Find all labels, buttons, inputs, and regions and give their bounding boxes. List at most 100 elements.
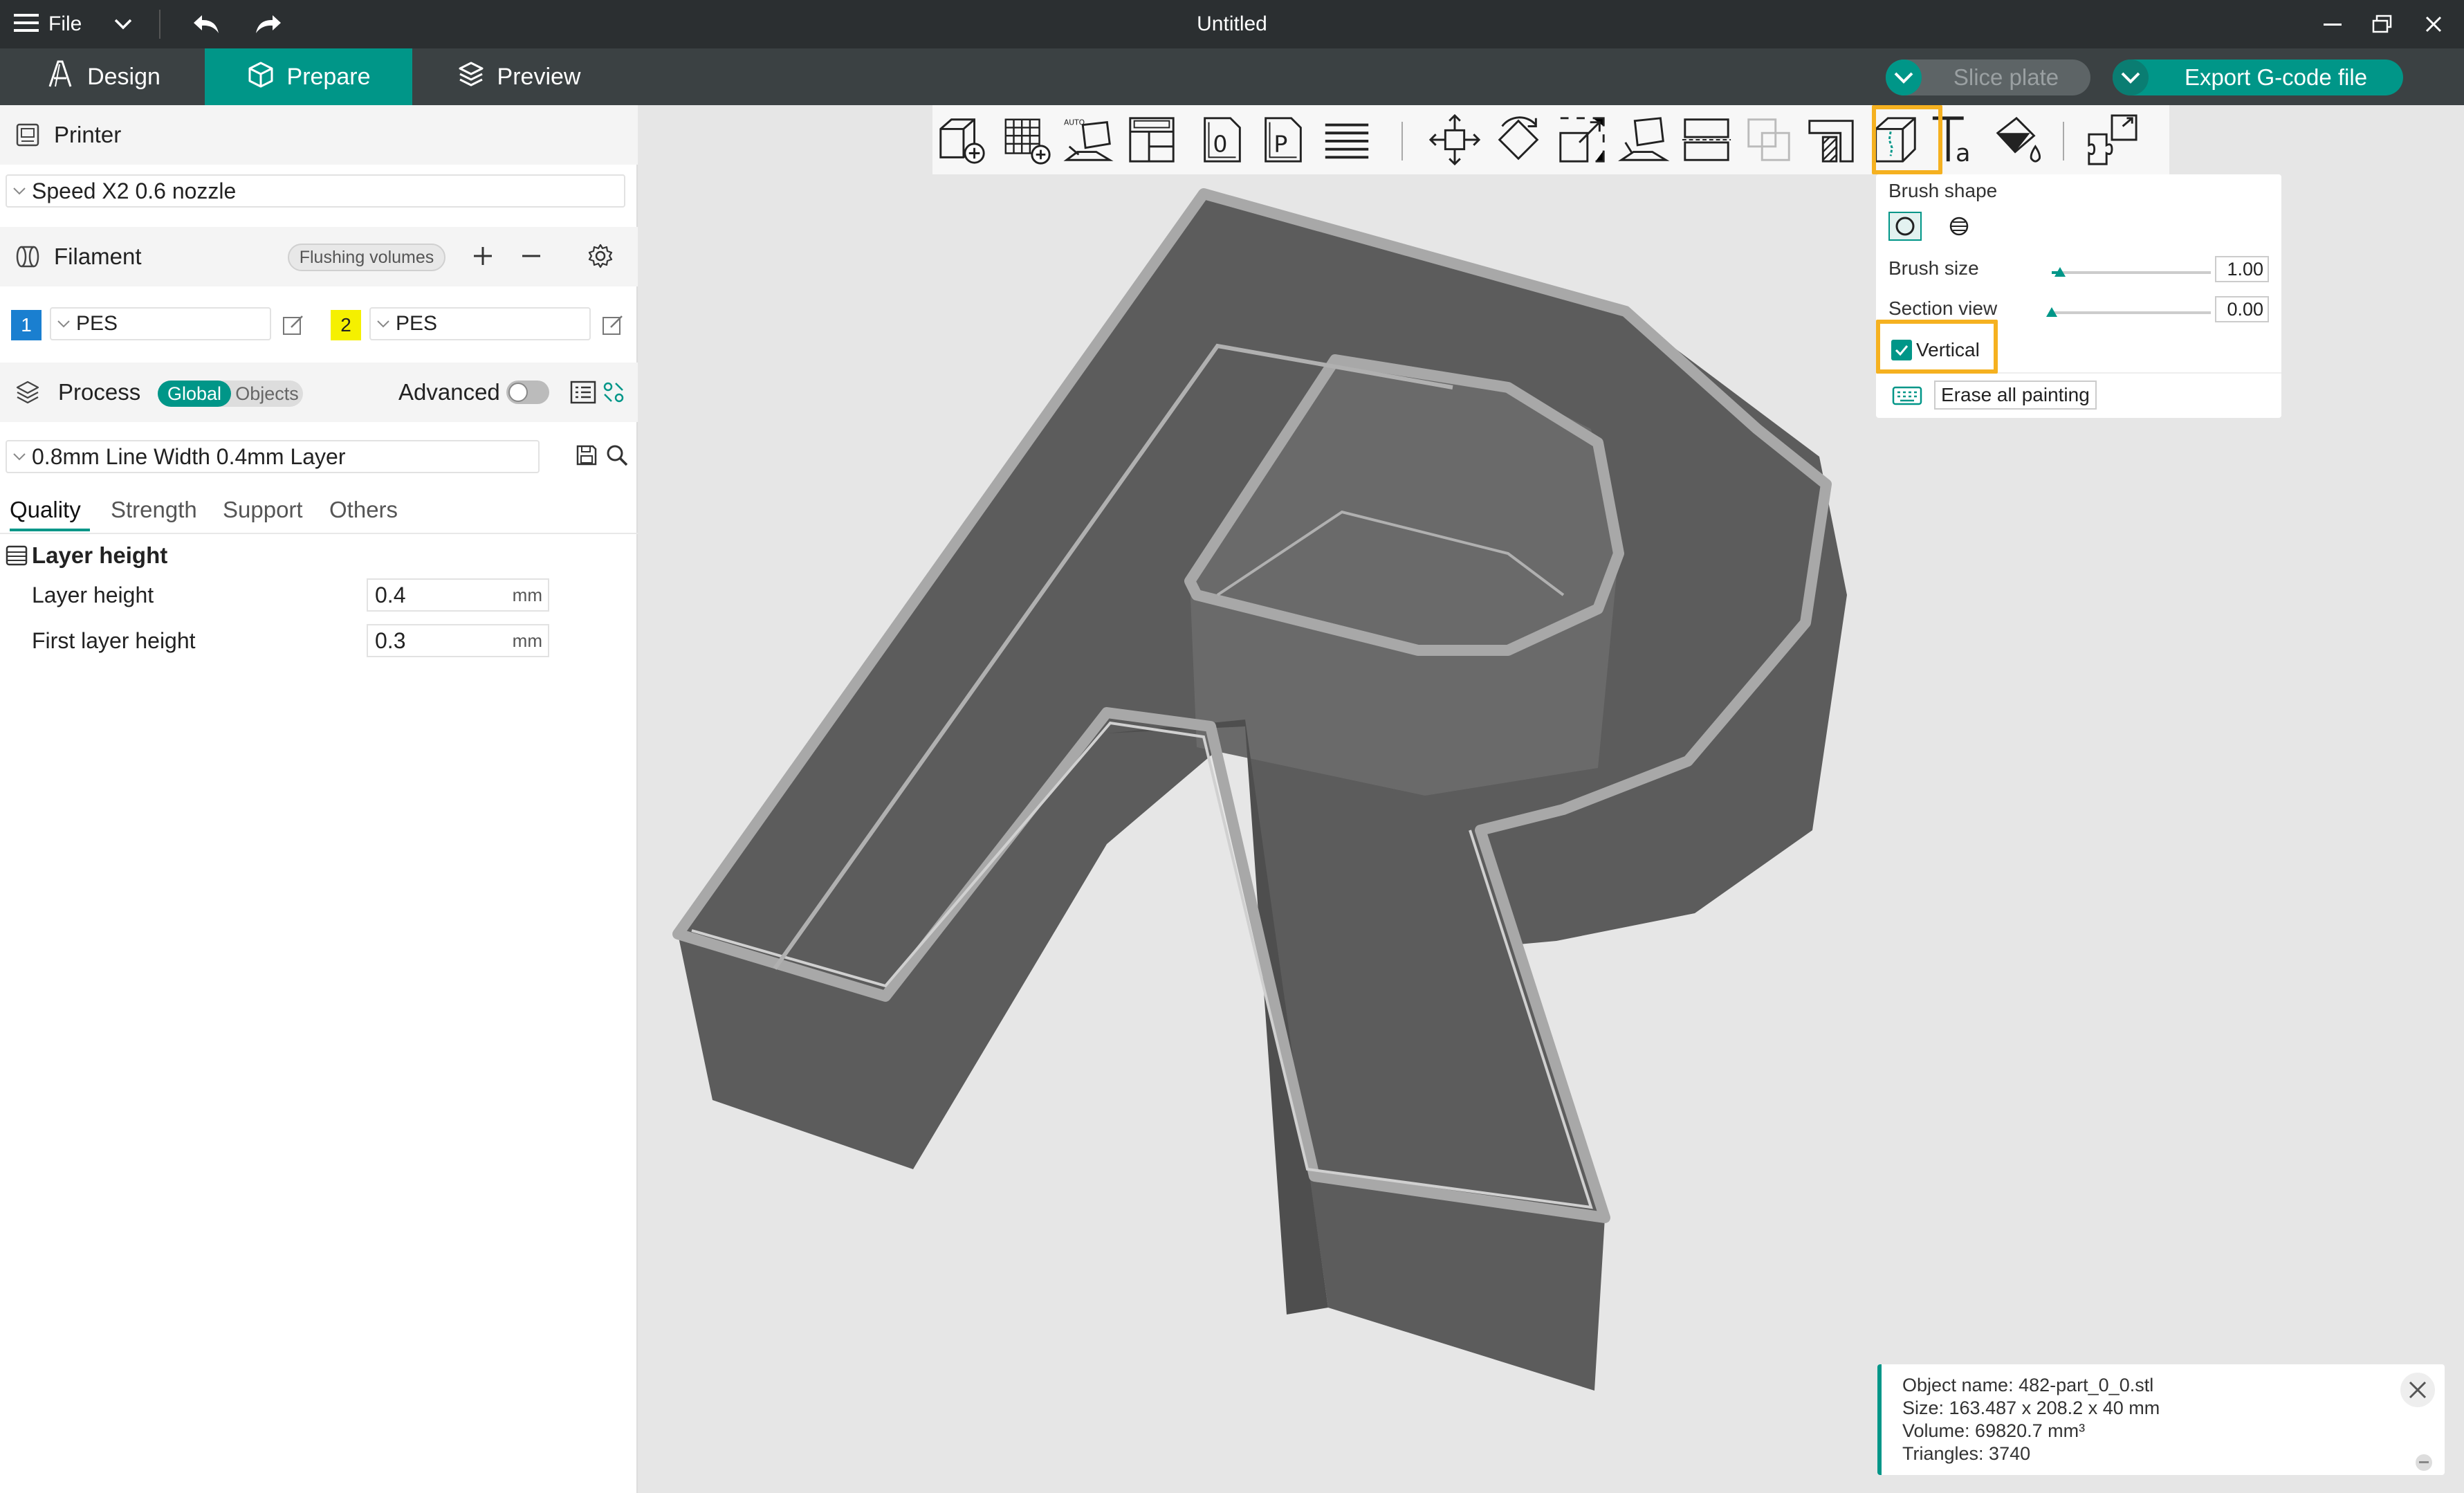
color-paint-icon[interactable] [1988, 111, 2048, 169]
parameter-wizard-icon[interactable] [599, 378, 628, 407]
svg-text:AUTO: AUTO [1064, 118, 1085, 127]
flushing-volumes-button[interactable]: Flushing volumes [288, 244, 445, 271]
section-view-label: Section view [1888, 297, 1998, 319]
first-layer-height-input[interactable]: 0.3 mm [367, 624, 549, 657]
preview-layers-icon [457, 60, 485, 94]
tab-preview[interactable]: Preview [415, 48, 623, 105]
process-preset-select[interactable]: 0.8mm Line Width 0.4mm Layer [6, 440, 540, 473]
first-layer-height-unit: mm [512, 630, 542, 651]
redo-icon[interactable] [250, 0, 286, 48]
brush-size-value[interactable]: 1.00 [2215, 256, 2269, 282]
layout-icon[interactable] [1122, 111, 1182, 169]
cut-icon[interactable] [1677, 111, 1736, 169]
printer-section-label: Printer [54, 122, 122, 147]
slice-plate-label: Slice plate [1953, 64, 2059, 90]
restore-window-icon[interactable] [2367, 0, 2398, 48]
advanced-toggle-switch[interactable] [506, 381, 549, 404]
global-option[interactable]: Global [158, 381, 231, 407]
design-icon [44, 59, 75, 95]
layer-height-group-icon [6, 544, 29, 567]
close-info-icon[interactable] [2400, 1373, 2435, 1407]
edit-filament-2-icon[interactable] [598, 310, 628, 340]
layer-height-input[interactable]: 0.4 mm [367, 578, 549, 612]
filament-settings-gear-icon[interactable] [585, 241, 616, 271]
seam-paint-icon[interactable] [1865, 111, 1924, 169]
boolean-icon[interactable] [1739, 111, 1799, 169]
save-preset-icon[interactable] [573, 441, 600, 469]
tab-support[interactable]: Support [223, 497, 303, 523]
move-icon[interactable] [1425, 111, 1484, 169]
object-size-line: Size: 163.487 x 208.2 x 40 mm [1902, 1398, 2160, 1418]
filament-slot-2-badge: 2 [331, 310, 361, 340]
close-window-icon[interactable] [2418, 0, 2449, 48]
slice-plate-button[interactable]: Slice plate [1886, 59, 2090, 95]
chevron-down-icon [371, 319, 396, 329]
printer-section-header: Printer [0, 105, 638, 165]
vertical-checkbox-row[interactable]: Vertical [1891, 339, 1980, 361]
compare-presets-icon[interactable] [569, 378, 598, 407]
layer-height-group-label: Layer height [32, 542, 168, 568]
export-gcode-button[interactable]: Export G-code file [2113, 59, 2403, 95]
erase-all-painting-button[interactable]: Erase all painting [1934, 381, 2097, 410]
brush-sphere-button[interactable] [1942, 212, 1976, 241]
section-view-slider[interactable] [2046, 307, 2211, 317]
vertical-checkbox[interactable] [1891, 340, 1912, 360]
plate-0-icon[interactable]: 0 [1193, 111, 1252, 169]
filament-section-header: Filament Flushing volumes [0, 227, 638, 286]
auto-orient-icon[interactable]: AUTO [1060, 111, 1119, 169]
add-filament-icon[interactable] [468, 241, 498, 271]
letter-r-model[interactable] [672, 188, 1847, 1391]
brush-size-slider-handle[interactable] [2054, 267, 2066, 277]
tab-preview-label: Preview [497, 63, 581, 90]
window-title: Untitled [1197, 12, 1267, 35]
text-icon[interactable]: a [1926, 111, 1985, 169]
chevron-down-icon[interactable] [1886, 59, 1922, 95]
section-view-value[interactable]: 0.00 [2215, 296, 2269, 322]
global-objects-toggle[interactable]: Global Objects [158, 381, 303, 407]
search-icon[interactable] [603, 441, 631, 469]
chevron-down-icon[interactable] [2113, 59, 2149, 95]
add-cube-icon[interactable] [932, 111, 992, 169]
brush-size-slider[interactable] [2052, 267, 2211, 277]
first-layer-height-value: 0.3 [375, 628, 406, 653]
process-preset-value: 0.8mm Line Width 0.4mm Layer [32, 443, 346, 469]
support-paint-icon[interactable] [1801, 111, 1861, 169]
tab-prepare[interactable]: Prepare [205, 48, 412, 105]
remove-filament-icon[interactable] [516, 241, 546, 271]
process-section-header: Process Global Objects Advanced [0, 363, 638, 422]
object-info-panel: Object name: 482-part_0_0.stl Size: 163.… [1877, 1364, 2445, 1475]
file-menu-label: File [48, 12, 82, 35]
objects-option[interactable]: Objects [231, 381, 303, 407]
assembly-icon[interactable] [2082, 111, 2142, 169]
layers-list-icon[interactable] [1317, 111, 1377, 169]
layer-height-unit: mm [512, 584, 542, 605]
tab-strength[interactable]: Strength [111, 497, 197, 523]
filament-section-label: Filament [54, 244, 142, 269]
edit-filament-1-icon[interactable] [278, 310, 309, 340]
tab-quality[interactable]: Quality [10, 497, 81, 523]
filament-slot-1-badge: 1 [11, 310, 42, 340]
filament-slot-1-select[interactable]: PES [50, 307, 271, 340]
layer-height-label: Layer height [32, 583, 154, 607]
file-menu-button[interactable]: File [14, 0, 82, 48]
scale-icon[interactable] [1552, 111, 1612, 169]
filament-slot-2-select[interactable]: PES [369, 307, 591, 340]
tab-design-label: Design [87, 63, 160, 90]
title-bar: Untitled File [0, 0, 2464, 48]
rotate-icon[interactable] [1489, 111, 1548, 169]
lay-on-face-icon[interactable] [1615, 111, 1674, 169]
minimize-icon[interactable] [2317, 0, 2348, 48]
tab-design[interactable]: Design [0, 48, 205, 105]
collapse-info-icon[interactable] [2416, 1454, 2432, 1471]
keyboard-shortcuts-icon[interactable] [1891, 382, 1923, 410]
brush-circle-button[interactable] [1888, 212, 1922, 241]
section-view-slider-handle[interactable] [2046, 307, 2057, 317]
arrange-grid-icon[interactable] [997, 111, 1057, 169]
tab-others[interactable]: Others [329, 497, 398, 523]
chevron-down-icon [51, 319, 76, 329]
printer-select[interactable]: Speed X2 0.6 nozzle [6, 174, 625, 208]
tools-toolbar: AUTO 0 P a [932, 105, 2169, 174]
undo-icon[interactable] [188, 0, 224, 48]
file-menu-dropdown-icon[interactable] [109, 0, 137, 48]
plate-p-icon[interactable]: P [1253, 111, 1313, 169]
